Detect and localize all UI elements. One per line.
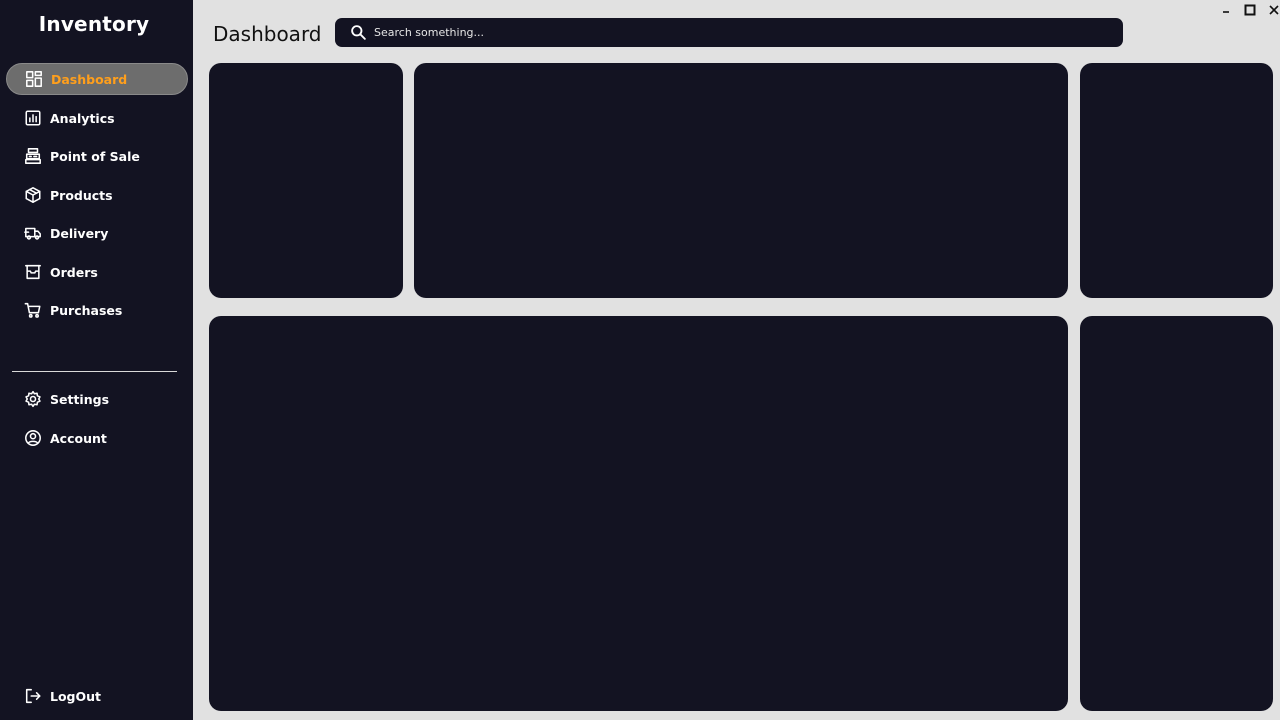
sidebar-item-point-of-sale[interactable]: Point of Sale bbox=[6, 140, 188, 172]
sidebar-item-label: Purchases bbox=[50, 302, 123, 318]
cash-register-icon bbox=[23, 146, 43, 166]
sidebar-item-label: Analytics bbox=[50, 110, 115, 126]
app-window: Inventory Dashboard Analytics Point of S… bbox=[0, 0, 1280, 720]
orders-tray-icon bbox=[23, 262, 43, 282]
sidebar-item-orders[interactable]: Orders bbox=[6, 256, 188, 288]
sidebar-item-account[interactable]: Account bbox=[6, 422, 188, 454]
dashboard-card-bottom-right bbox=[1080, 316, 1273, 711]
logout-label: LogOut bbox=[50, 688, 102, 704]
search-icon bbox=[348, 23, 368, 43]
close-button[interactable] bbox=[1265, 2, 1280, 18]
shopping-cart-icon bbox=[23, 300, 43, 320]
dashboard-card-top-left bbox=[209, 63, 403, 298]
sidebar-item-settings[interactable]: Settings bbox=[6, 383, 188, 415]
sidebar-item-label: Point of Sale bbox=[50, 148, 140, 164]
logout-icon bbox=[23, 686, 43, 706]
sidebar-item-label: Settings bbox=[50, 391, 110, 407]
logout-button[interactable]: LogOut bbox=[6, 680, 188, 712]
sidebar-item-dashboard[interactable]: Dashboard bbox=[6, 63, 188, 95]
close-icon bbox=[1269, 5, 1279, 15]
delivery-truck-icon bbox=[23, 223, 43, 243]
dashboard-grid-icon bbox=[24, 69, 44, 89]
search-bar[interactable] bbox=[335, 18, 1123, 47]
sidebar-item-label: Delivery bbox=[50, 225, 109, 241]
maximize-icon bbox=[1244, 4, 1256, 16]
user-circle-icon bbox=[23, 428, 43, 448]
dashboard-card-top-center bbox=[414, 63, 1068, 298]
sidebar-item-label: Products bbox=[50, 187, 113, 203]
dashboard-card-top-right bbox=[1080, 63, 1273, 298]
analytics-chart-icon bbox=[23, 108, 43, 128]
sidebar: Inventory Dashboard Analytics Point of S… bbox=[0, 0, 193, 720]
sidebar-item-products[interactable]: Products bbox=[6, 179, 188, 211]
minimize-button[interactable] bbox=[1217, 2, 1235, 18]
package-box-icon bbox=[23, 185, 43, 205]
sidebar-item-delivery[interactable]: Delivery bbox=[6, 217, 188, 249]
search-input[interactable] bbox=[374, 26, 1123, 39]
sidebar-item-label: Dashboard bbox=[51, 71, 128, 87]
sidebar-item-analytics[interactable]: Analytics bbox=[6, 102, 188, 134]
dashboard-card-bottom-main bbox=[209, 316, 1068, 711]
page-title: Dashboard bbox=[213, 22, 322, 46]
sidebar-item-label: Orders bbox=[50, 264, 98, 280]
sidebar-item-purchases[interactable]: Purchases bbox=[6, 294, 188, 326]
gear-icon bbox=[23, 389, 43, 409]
maximize-button[interactable] bbox=[1241, 2, 1259, 18]
minimize-icon bbox=[1223, 11, 1229, 13]
app-brand: Inventory bbox=[38, 12, 150, 36]
sidebar-divider bbox=[12, 371, 177, 372]
sidebar-item-label: Account bbox=[50, 430, 107, 446]
